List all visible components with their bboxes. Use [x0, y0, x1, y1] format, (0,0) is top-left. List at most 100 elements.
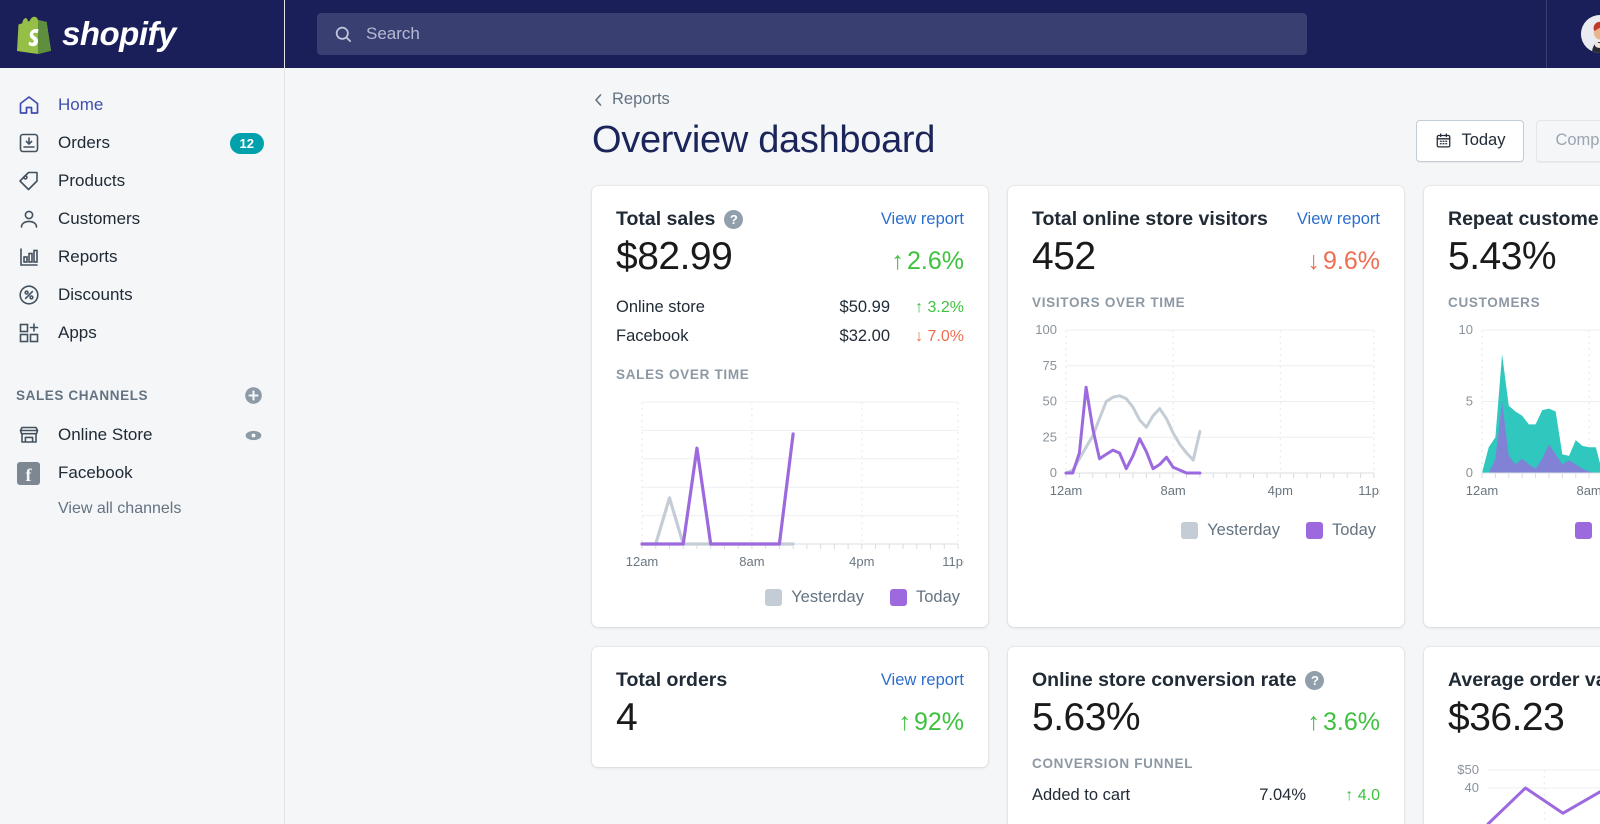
svg-text:4pm: 4pm: [1268, 483, 1293, 498]
breakdown-amount: $50.99: [839, 298, 890, 316]
metric-delta: ↑ 92%: [898, 708, 964, 737]
orders-inbox-icon: [16, 131, 41, 156]
tag-icon: [16, 169, 41, 194]
svg-text:0: 0: [1466, 465, 1473, 480]
legend-label: Today: [1331, 521, 1376, 539]
view-all-channels-link[interactable]: View all channels: [58, 500, 284, 518]
chart-caption: CUSTOMERS: [1448, 295, 1541, 310]
metric-value: 4: [616, 696, 638, 739]
chevron-left-icon: [592, 93, 605, 107]
view-report-link[interactable]: View report: [1297, 210, 1380, 229]
sidebar-item-discounts[interactable]: Discounts: [0, 276, 284, 314]
page-title: Overview dashboard: [592, 119, 936, 161]
svg-text:5: 5: [1466, 394, 1473, 409]
card-title: Total sales: [616, 208, 716, 230]
legend-item-today[interactable]: Today: [1305, 521, 1376, 540]
sidebar-item-label: Orders: [58, 133, 110, 152]
funnel-delta-value: 4.0: [1357, 786, 1380, 804]
legend-item-first-time[interactable]: First time: [1574, 521, 1600, 540]
eye-icon[interactable]: [243, 425, 264, 446]
search-box[interactable]: [317, 13, 1307, 55]
question-icon[interactable]: ?: [1305, 671, 1325, 690]
search-input[interactable]: [366, 24, 1291, 44]
sidebar-channel-label: Online Store: [58, 425, 153, 444]
card-repeat-customer-rate: Repeat customer rate ? View report 5.43%…: [1424, 186, 1600, 627]
card-total-visitors: Total online store visitors View report …: [1008, 186, 1404, 627]
sidebar-item-label: Reports: [58, 247, 118, 266]
arrow-up-icon: ↑: [898, 708, 911, 736]
view-report-link[interactable]: View report: [881, 671, 964, 690]
sidebar-item-products[interactable]: Products: [0, 162, 284, 200]
card-title: Average order value: [1448, 669, 1600, 691]
card-title: Repeat customer rate: [1448, 208, 1600, 230]
shopify-bag-icon: [16, 14, 52, 54]
card-header: Average order value ?: [1448, 669, 1600, 692]
metric-delta-value: 9.6%: [1323, 247, 1380, 275]
metric-value: 5.43%: [1448, 235, 1557, 278]
svg-text:75: 75: [1043, 358, 1057, 373]
sidebar: shopify Home Orders 12 Products Customer…: [0, 0, 285, 824]
svg-text:8am: 8am: [1160, 483, 1185, 498]
main-area: John Doe Reports Overview dashboard Toda…: [285, 0, 1600, 824]
legend-item-yesterday[interactable]: Yesterday: [1181, 521, 1280, 540]
view-report-link[interactable]: View report: [881, 210, 964, 229]
sidebar-item-customers[interactable]: Customers: [0, 200, 284, 238]
chart-legend: First time Returning: [1448, 521, 1600, 540]
card-title: Online store conversion rate: [1032, 669, 1297, 691]
chart-caption: VISITORS OVER TIME: [1032, 295, 1186, 310]
sidebar-item-label: Discounts: [58, 285, 133, 304]
chart-legend: Yesterday Today: [616, 588, 964, 607]
card-header: Total online store visitors View report: [1032, 208, 1380, 231]
plus-circle-icon[interactable]: [243, 385, 264, 406]
legend-label: Yesterday: [1207, 521, 1280, 539]
card-total-sales: Total sales ? View report $82.99 ↑ 2.6%: [592, 186, 988, 627]
breakdown-name: Facebook: [616, 327, 689, 345]
legend-swatch: [1305, 522, 1323, 539]
legend-item-today[interactable]: Today: [889, 588, 960, 607]
metric-delta: ↓ 9.6%: [1308, 247, 1380, 276]
card-header: Online store conversion rate ?: [1032, 669, 1380, 692]
sidebar-channel-facebook[interactable]: f Facebook: [0, 454, 284, 492]
dashboard-grid: Total sales ? View report $82.99 ↑ 2.6%: [592, 186, 1600, 824]
metric-delta-value: 2.6%: [907, 247, 964, 275]
brand-logo[interactable]: shopify: [0, 0, 284, 68]
sidebar-item-reports[interactable]: Reports: [0, 238, 284, 276]
apps-grid-plus-icon: [16, 321, 41, 346]
svg-text:10: 10: [1459, 322, 1473, 337]
metric-delta-value: 92%: [913, 708, 964, 736]
chart-customers-over-time: 051012am8am4pm11pm: [1448, 318, 1600, 513]
breadcrumb-label: Reports: [612, 90, 670, 108]
breadcrumb[interactable]: Reports: [592, 90, 670, 109]
user-menu[interactable]: John Doe: [1545, 0, 1600, 68]
chart-sales-over-time: 12am 8am 4pm 11pm: [616, 390, 964, 580]
breakdown-delta-value: 7.0%: [927, 327, 964, 345]
facebook-icon: f: [16, 461, 41, 486]
question-icon[interactable]: ?: [724, 210, 744, 229]
legend-swatch: [889, 589, 907, 606]
card-header: Repeat customer rate ? View report: [1448, 208, 1600, 231]
compare-button[interactable]: Compared to previous day: [1536, 119, 1600, 162]
legend-item-yesterday[interactable]: Yesterday: [765, 588, 864, 607]
sidebar-item-orders[interactable]: Orders 12: [0, 124, 284, 162]
svg-text:100: 100: [1035, 322, 1057, 337]
arrow-down-icon: ↓: [1307, 247, 1321, 275]
breakdown-row: Online store $50.99 ↑ 3.2%: [616, 293, 964, 322]
arrow-up-icon: ↑: [891, 247, 905, 275]
sidebar-item-home[interactable]: Home: [0, 86, 284, 124]
breakdown-name: Online store: [616, 298, 705, 316]
metric-row: 4 ↑ 92%: [616, 696, 964, 740]
sidebar-channel-online-store[interactable]: Online Store: [0, 416, 284, 454]
sidebar-item-apps[interactable]: Apps: [0, 314, 284, 352]
breakdown-row: Facebook $32.00 ↓ 7.0%: [616, 322, 964, 351]
primary-nav: Home Orders 12 Products Customers Report…: [0, 68, 284, 352]
compare-button-label: Compared to previous day: [1555, 131, 1600, 149]
chart-visitors-over-time: 0 25 50 75 100 12am 8am 4pm 11pm: [1032, 318, 1380, 513]
conversion-funnel: Added to cart 7.04% ↑ 4.0: [1032, 781, 1380, 810]
svg-text:11pm: 11pm: [942, 554, 964, 569]
svg-text:0: 0: [1050, 465, 1057, 480]
today-button[interactable]: Today: [1416, 119, 1525, 162]
bar-chart-icon: [16, 245, 41, 270]
metric-value: $82.99: [616, 235, 733, 278]
funnel-name: Added to cart: [1032, 786, 1131, 804]
card-title: Total online store visitors: [1032, 208, 1268, 230]
